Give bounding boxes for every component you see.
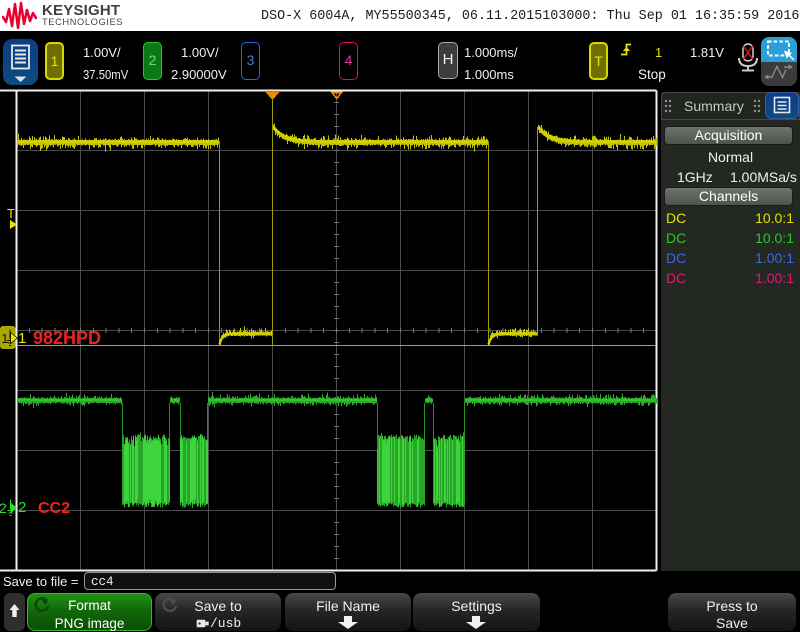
svg-text:1: 1 — [18, 330, 26, 347]
svg-text:T: T — [7, 206, 15, 221]
svg-text:2: 2 — [0, 500, 7, 516]
svg-text:1: 1 — [1, 331, 8, 346]
svg-text:2: 2 — [18, 499, 26, 516]
